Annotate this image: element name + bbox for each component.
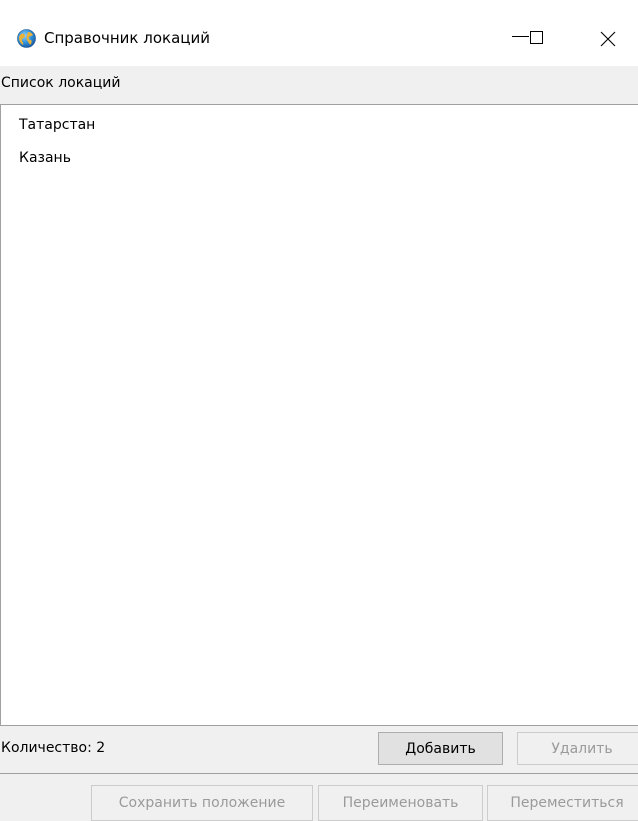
close-button[interactable] <box>578 17 638 61</box>
locations-list[interactable]: Татарстан Казань <box>0 104 638 726</box>
delete-button[interactable]: Удалить <box>517 732 638 765</box>
items-count: Количество: 2 <box>1 740 106 756</box>
save-position-button[interactable]: Сохранить положение <box>91 785 313 821</box>
rename-button[interactable]: Переименовать <box>318 785 483 821</box>
divider <box>0 773 638 774</box>
title-bar[interactable]: Справочник локаций <box>0 0 638 66</box>
maximize-button[interactable] <box>510 17 566 61</box>
add-button[interactable]: Добавить <box>378 732 503 765</box>
globe-icon <box>17 29 36 48</box>
window-title: Справочник локаций <box>44 29 210 47</box>
location-directory-window: Справочник локаций Список локаций Татарс… <box>0 0 638 821</box>
maximize-icon <box>530 31 543 44</box>
close-icon <box>600 31 616 47</box>
locations-list-label: Список локаций <box>0 66 638 100</box>
list-item[interactable]: Татарстан <box>19 115 95 135</box>
move-button[interactable]: Переместиться <box>487 785 638 821</box>
list-item[interactable]: Казань <box>19 148 71 168</box>
